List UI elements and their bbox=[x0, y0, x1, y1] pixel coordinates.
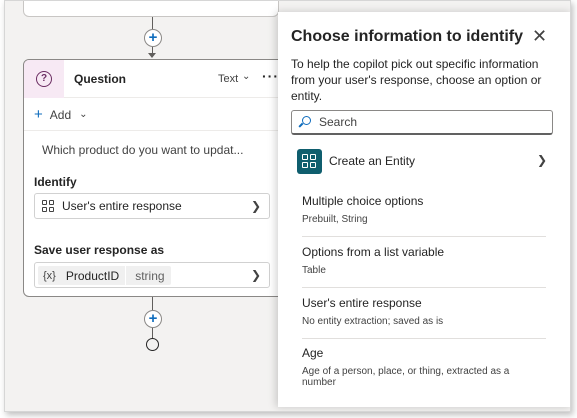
search-icon bbox=[298, 115, 312, 129]
question-icon: ? bbox=[36, 70, 52, 87]
chevron-right-icon: ❯ bbox=[250, 268, 261, 282]
connector-line bbox=[152, 328, 153, 338]
authoring-canvas: + ? Question Text ⌄ ··· + Add ⌄ Which pr… bbox=[4, 0, 571, 412]
add-button[interactable]: + Add ⌄ bbox=[34, 106, 88, 123]
connector-line bbox=[152, 297, 153, 310]
option-title: Options from a list variable bbox=[302, 245, 445, 259]
variable-chip[interactable]: {x} ProductID string bbox=[38, 266, 171, 285]
connector-line bbox=[152, 17, 153, 29]
previous-node[interactable] bbox=[23, 1, 279, 17]
panel-title: Choose information to identify bbox=[291, 28, 523, 45]
chevron-down-icon: ⌄ bbox=[79, 109, 88, 120]
option-item-age[interactable]: Age Age of a person, place, or thing, ex… bbox=[302, 346, 546, 389]
identify-label: Identify bbox=[34, 175, 77, 189]
entity-icon bbox=[297, 148, 322, 174]
search-box[interactable] bbox=[291, 110, 553, 135]
option-subtitle: Table bbox=[302, 265, 326, 276]
save-response-label: Save user response as bbox=[34, 243, 165, 257]
question-message[interactable]: Which product do you want to updat... bbox=[42, 143, 243, 157]
option-item-multiple-choice[interactable]: Multiple choice options Prebuilt, String bbox=[302, 194, 546, 237]
option-item-entire-response[interactable]: User's entire response No entity extract… bbox=[302, 296, 546, 339]
panel-description: To help the copilot pick out specific in… bbox=[291, 57, 542, 103]
add-node-button[interactable]: + bbox=[144, 310, 162, 328]
identify-value: User's entire response bbox=[62, 199, 182, 213]
plus-icon: + bbox=[34, 106, 43, 123]
more-options-button[interactable]: ··· bbox=[262, 68, 279, 84]
chip-separator bbox=[125, 266, 127, 285]
end-node-icon bbox=[146, 338, 159, 351]
entity-grid-icon bbox=[42, 199, 55, 213]
variable-icon: {x} bbox=[43, 269, 56, 282]
arrow-down-icon bbox=[148, 53, 156, 58]
close-icon[interactable]: ✕ bbox=[532, 26, 547, 47]
chevron-down-icon[interactable]: ⌄ bbox=[242, 71, 250, 82]
chevron-right-icon: ❯ bbox=[250, 199, 261, 213]
option-title: User's entire response bbox=[302, 296, 422, 310]
add-label: Add bbox=[49, 107, 72, 122]
option-item-list-variable[interactable]: Options from a list variable Table bbox=[302, 245, 546, 288]
identify-selector[interactable]: User's entire response ❯ bbox=[34, 193, 270, 219]
option-title: Age bbox=[302, 346, 324, 360]
search-input[interactable] bbox=[319, 115, 539, 129]
option-subtitle: Age of a person, place, or thing, extrac… bbox=[302, 366, 510, 388]
create-entity-label: Create an Entity bbox=[329, 154, 416, 168]
node-title: Question bbox=[74, 71, 127, 86]
option-title: Multiple choice options bbox=[302, 194, 424, 208]
option-subtitle: Prebuilt, String bbox=[302, 214, 368, 225]
variable-type: string bbox=[135, 268, 165, 283]
chevron-right-icon: ❯ bbox=[536, 153, 547, 167]
response-type-dropdown[interactable]: Text bbox=[218, 73, 238, 85]
option-subtitle: No entity extraction; saved as is bbox=[302, 316, 444, 327]
add-node-button[interactable]: + bbox=[144, 29, 162, 47]
node-icon-container: ? bbox=[24, 60, 64, 98]
variable-name: ProductID bbox=[65, 268, 120, 283]
choose-information-panel: Choose information to identify ✕ To help… bbox=[278, 12, 570, 407]
create-entity-button[interactable]: Create an Entity ❯ bbox=[297, 148, 547, 174]
variable-selector[interactable]: {x} ProductID string ❯ bbox=[34, 262, 270, 288]
